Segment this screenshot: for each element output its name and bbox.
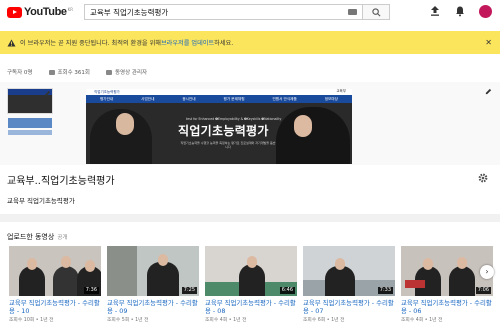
art-nav-item: 응시안내 <box>182 96 196 101</box>
video-card[interactable]: 6:46 교육부 직업기초능력평가 - 수리활용 - 08 조회수 4회 • 1… <box>205 246 297 323</box>
thumb-face <box>85 260 95 272</box>
video-title[interactable]: 교육부 직업기초능력평가 - 수리활용 - 06 <box>401 299 493 315</box>
featured-playlist-title[interactable]: 교육부 직업기초능력평가 <box>7 195 75 205</box>
art-face-right <box>294 115 312 137</box>
edit-art-pencil-icon[interactable] <box>485 88 492 95</box>
banner-text-end: 하세요. <box>214 40 234 47</box>
video-manager-label: 동영상 관리자 <box>115 70 148 76</box>
thumb-face <box>457 257 467 269</box>
video-thumbnail[interactable]: 7:33 <box>303 246 395 296</box>
art-nav-item: 민원서 안식제품 <box>272 96 297 101</box>
youtube-play-icon <box>7 6 22 18</box>
thumb-face <box>423 258 433 270</box>
video-title[interactable]: 교육부 직업기초능력평가 - 수리활용 - 09 <box>107 299 199 315</box>
view-count-wrap: 조회수 361회 <box>48 68 91 76</box>
art-nav-item: 평가 문제체험 <box>223 96 245 101</box>
top-bar: YouTube KR <box>0 0 500 24</box>
uploads-header: 업로드한 동영상 공개 <box>7 232 67 242</box>
thumb-person <box>147 262 179 296</box>
art-subtitle: 직업기초능력을 수행할 능력을 측정하는 평가로 진로설계와 자기개발을 돕습니… <box>180 141 276 149</box>
banner-text: 이 브라우저는 곧 지원 중단됩니다. 최적의 환경을 위해 <box>20 40 161 47</box>
video-duration: 7:06 <box>475 287 491 294</box>
gear-icon[interactable] <box>478 173 488 183</box>
views-icon <box>48 69 55 75</box>
close-icon[interactable]: ✕ <box>485 38 492 47</box>
thumb-person <box>325 266 355 296</box>
video-title[interactable]: 교육부 직업기초능력평가 - 수리활용 - 10 <box>9 299 101 315</box>
logo-region: KR <box>67 6 74 12</box>
video-duration: 7:25 <box>181 287 197 294</box>
video-manager-link[interactable]: 동영상 관리자 <box>106 68 147 76</box>
shelf-next-button[interactable]: › <box>480 265 494 279</box>
art-tagline: test for Enhanced ➊Employability & ➋Keys… <box>186 117 282 121</box>
search-button[interactable] <box>362 4 390 20</box>
thumb-person <box>449 266 475 296</box>
video-duration: 6:46 <box>279 287 295 294</box>
video-duration: 7:36 <box>83 287 99 294</box>
video-title[interactable]: 교육부 직업기초능력평가 - 수리활용 - 07 <box>303 299 395 315</box>
chevron-right-icon: › <box>485 267 489 276</box>
channel-link-block-2[interactable] <box>8 130 52 135</box>
art-nav-item: 정보마당 <box>324 96 338 101</box>
uploads-sub-label: 공개 <box>57 235 68 241</box>
thumb-face <box>158 254 168 266</box>
account-avatar[interactable] <box>479 5 492 18</box>
art-nav-item: 사업안내 <box>141 96 155 101</box>
video-shelf: 7:36 교육부 직업기초능력평가 - 수리활용 - 10 조회수 10회 • … <box>9 246 493 323</box>
video-thumbnail[interactable]: 7:36 <box>9 246 101 296</box>
update-browser-link[interactable]: 브라우저를 업데이트 <box>161 38 214 47</box>
edit-pencil-icon[interactable] <box>44 90 51 97</box>
warning-icon <box>7 38 16 47</box>
logo-text: YouTube <box>24 6 67 18</box>
notifications-bell-icon[interactable] <box>454 5 466 17</box>
thumb-face <box>247 256 257 268</box>
art-nav-item: 평가안내 <box>99 96 114 101</box>
video-card[interactable]: 7:25 교육부 직업기초능력평가 - 수리활용 - 09 조회수 5회 • 1… <box>107 246 199 323</box>
channel-art: 직업기초능력평가 교육부 평가안내 사업안내 응시안내 평가 문제체험 민원서 … <box>86 89 352 164</box>
art-title: 직업기초능력평가 <box>178 124 269 138</box>
video-thumbnail[interactable]: 7:25 <box>107 246 199 296</box>
subscriber-count: 구독자 0명 <box>7 70 33 76</box>
video-meta: 조회수 4회 • 1년 전 <box>205 318 247 323</box>
video-card[interactable]: 7:06 교육부 직업기초능력평가 - 수리활용 - 06 조회수 4회 • 1… <box>401 246 493 323</box>
top-icons <box>429 5 492 18</box>
thumb-face <box>335 258 345 270</box>
art-face-left <box>116 113 134 135</box>
search-input[interactable] <box>85 5 335 19</box>
thumb-image <box>8 95 52 113</box>
video-meta: 조회수 10회 • 1년 전 <box>9 318 54 323</box>
video-card[interactable]: 7:36 교육부 직업기초능력평가 - 수리활용 - 10 조회수 10회 • … <box>9 246 101 323</box>
thumb-face <box>61 256 71 268</box>
video-thumbnail[interactable]: 6:46 <box>205 246 297 296</box>
thumb-person <box>53 266 79 296</box>
thumb-bg <box>107 246 137 296</box>
view-count: 조회수 361회 <box>57 70 91 76</box>
channel-title: 교육부..직업기초능력평가 <box>7 176 115 187</box>
thumb-person <box>239 264 265 296</box>
youtube-logo[interactable]: YouTube KR <box>7 6 73 18</box>
video-meta: 조회수 4회 • 1년 전 <box>401 318 443 323</box>
search-icon <box>372 8 381 17</box>
upload-icon[interactable] <box>429 5 441 17</box>
keyboard-icon[interactable] <box>348 9 357 15</box>
thumb-card <box>405 280 425 288</box>
search-box <box>84 4 362 20</box>
thumb-face <box>27 258 37 270</box>
section-divider <box>0 214 500 222</box>
video-meta: 조회수 6회 • 1년 전 <box>303 318 345 323</box>
art-nav: 평가안내 사업안내 응시안내 평가 문제체험 민원서 안식제품 정보마당 <box>86 95 352 103</box>
video-duration: 7:33 <box>377 287 393 294</box>
art-person-right <box>276 107 350 164</box>
channel-link-block[interactable] <box>8 118 52 128</box>
thumb-person <box>19 266 45 296</box>
channel-stats: 구독자 0명 조회수 361회 동영상 관리자 <box>7 68 147 76</box>
browser-warning-banner: 이 브라우저는 곧 지원 중단됩니다. 최적의 환경을 위해 브라우저를 업데이… <box>0 31 500 54</box>
video-title[interactable]: 교육부 직업기초능력평가 - 수리활용 - 08 <box>205 299 297 315</box>
video-card[interactable]: 7:33 교육부 직업기초능력평가 - 수리활용 - 07 조회수 6회 • 1… <box>303 246 395 323</box>
uploads-label[interactable]: 업로드한 동영상 <box>7 232 54 242</box>
video-manager-icon <box>106 69 112 75</box>
art-gov-logo: 교육부 <box>336 89 346 93</box>
video-meta: 조회수 5회 • 1년 전 <box>107 318 149 323</box>
